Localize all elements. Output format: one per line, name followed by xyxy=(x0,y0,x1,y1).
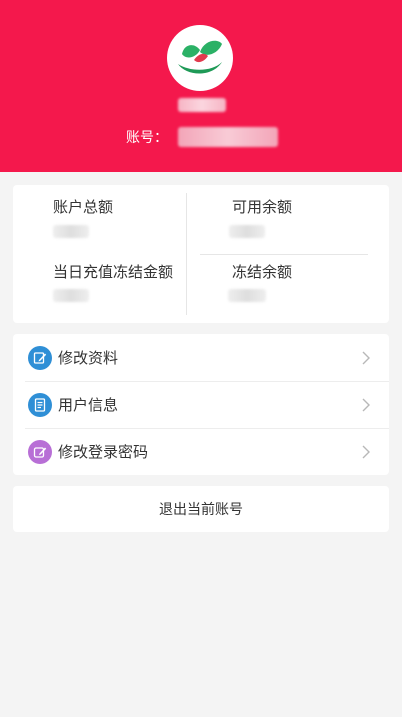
menu-item-edit-profile[interactable]: 修改资料 xyxy=(13,334,389,381)
available-balance-label: 可用余额 xyxy=(232,198,293,216)
menu-card: 修改资料 用户信息 修改登录密码 xyxy=(13,334,389,475)
total-balance-value xyxy=(53,225,89,238)
balance-card: 账户总额 可用余额 当日充值冻结金额 冻结余额 xyxy=(13,185,389,323)
vertical-divider xyxy=(186,193,187,315)
logout-label: 退出当前账号 xyxy=(159,502,243,518)
today-frozen-label: 当日充值冻结金额 xyxy=(53,263,174,281)
total-balance-label: 账户总额 xyxy=(53,198,114,216)
leaf-logo-icon xyxy=(178,40,222,74)
menu-item-user-info[interactable]: 用户信息 xyxy=(13,381,389,428)
chevron-right-icon xyxy=(362,445,370,458)
chevron-right-icon xyxy=(362,351,370,364)
menu-label-user-info: 用户信息 xyxy=(58,396,119,414)
available-balance-value xyxy=(229,225,265,238)
account-number-redacted xyxy=(178,127,278,147)
frozen-balance-label: 冻结余额 xyxy=(232,263,293,281)
avatar[interactable] xyxy=(167,25,233,91)
edit-icon xyxy=(28,345,52,370)
today-frozen-value xyxy=(53,289,89,302)
chevron-right-icon xyxy=(362,398,370,411)
profile-header: 账号： xyxy=(0,0,402,172)
document-icon xyxy=(28,392,52,417)
account-row: 账号： xyxy=(126,126,168,148)
frozen-balance-value xyxy=(228,289,266,302)
menu-label-change-password: 修改登录密码 xyxy=(58,443,149,461)
menu-label-edit-profile: 修改资料 xyxy=(58,349,119,367)
menu-item-change-password[interactable]: 修改登录密码 xyxy=(13,428,389,475)
horizontal-divider xyxy=(200,254,368,255)
account-label: 账号： xyxy=(126,130,168,146)
username-redacted xyxy=(178,98,226,112)
logout-button[interactable]: 退出当前账号 xyxy=(13,486,389,532)
password-edit-icon xyxy=(28,439,52,464)
